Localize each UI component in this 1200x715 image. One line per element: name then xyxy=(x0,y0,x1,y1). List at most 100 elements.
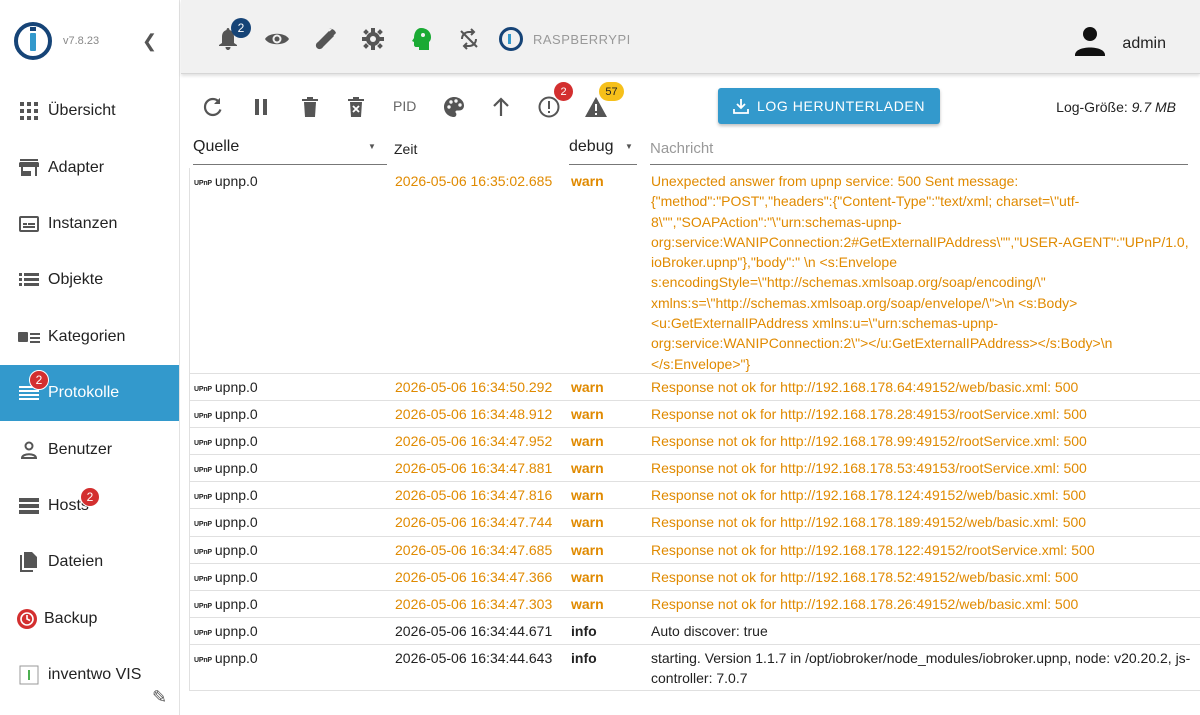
severity-filter-select[interactable]: debug xyxy=(569,138,614,156)
sidebar-item-objects[interactable]: Objekte xyxy=(0,252,179,308)
bell-icon[interactable]: 2 xyxy=(215,18,251,52)
user-name: admin xyxy=(1122,34,1166,52)
edit-menu-pencil-icon[interactable]: ✎ xyxy=(152,687,167,708)
sidebar-item-backup[interactable]: Backup xyxy=(0,591,179,647)
delete-icon[interactable] xyxy=(297,94,323,120)
sidebar-item-label: Übersicht xyxy=(48,102,116,120)
log-message: starting. Version 1.1.7 in /opt/iobroker… xyxy=(651,649,1191,687)
sidebar-item-label: Protokolle xyxy=(48,384,120,402)
account-icon xyxy=(1074,25,1106,62)
wrench-icon[interactable] xyxy=(313,26,339,52)
upnp-icon: UPnP xyxy=(194,521,212,529)
upnp-icon: UPnP xyxy=(194,548,212,556)
notification-badge: 2 xyxy=(80,486,100,507)
categories-icon xyxy=(18,327,40,347)
log-message: Auto discover: true xyxy=(651,622,768,639)
table-row[interactable]: UPnP upnp.0 2026-05-06 16:35:02.685 warn … xyxy=(190,168,1200,374)
log-time: 2026-05-06 16:34:47.816 xyxy=(395,487,553,504)
iobroker-logo[interactable] xyxy=(14,22,52,60)
eye-icon[interactable] xyxy=(264,26,290,52)
user-menu[interactable]: admin xyxy=(1074,25,1166,62)
severity-dropdown-icon[interactable]: ▼ xyxy=(625,142,633,151)
message-filter-input[interactable]: Nachricht xyxy=(650,140,713,157)
palette-icon[interactable] xyxy=(441,94,467,120)
log-message: Response not ok for http://192.168.178.2… xyxy=(651,406,1087,423)
sidebar-item-users[interactable]: Benutzer xyxy=(0,421,179,477)
log-source: UPnP upnp.0 xyxy=(194,512,258,535)
sidebar-item-label: Benutzer xyxy=(48,440,113,458)
log-table-header: Quelle ▼ Zeit debug ▼ Nachricht xyxy=(181,130,1200,168)
log-source: UPnP upnp.0 xyxy=(194,567,258,590)
store-icon xyxy=(18,158,40,178)
log-time: 2026-05-06 16:34:44.671 xyxy=(395,622,553,639)
sidebar-item-categories[interactable]: Kategorien xyxy=(0,309,179,365)
download-log-button[interactable]: LOG HERUNTERLADEN xyxy=(718,88,940,124)
download-log-label: LOG HERUNTERLADEN xyxy=(756,98,926,114)
log-message: Response not ok for http://192.168.178.9… xyxy=(651,433,1087,450)
log-severity: warn xyxy=(571,460,604,477)
table-row[interactable]: UPnP upnp.0 2026-05-06 16:34:47.366 warn … xyxy=(190,564,1200,591)
sidebar-header: v7.8.23 ❮ xyxy=(0,0,179,83)
inventwo-icon xyxy=(18,665,40,685)
sidebar-item-files[interactable]: Dateien xyxy=(0,534,179,590)
sidebar-item-overview[interactable]: Übersicht xyxy=(0,83,179,139)
host-selector[interactable]: RASPBERRYPI xyxy=(499,27,631,51)
instances-icon xyxy=(18,214,40,234)
sidebar-item-instances[interactable]: Instanzen xyxy=(0,196,179,252)
upnp-icon: UPnP xyxy=(194,494,212,502)
warning-count-badge: 57 xyxy=(599,82,624,101)
source-dropdown-icon[interactable]: ▼ xyxy=(368,142,376,151)
top-bar: 2 RASPBERRYPI admin xyxy=(181,0,1200,74)
list-icon xyxy=(18,270,40,290)
pause-icon[interactable] xyxy=(248,94,274,120)
table-row[interactable]: UPnP upnp.0 2026-05-06 16:34:50.292 warn … xyxy=(190,374,1200,402)
time-column-header: Zeit xyxy=(394,141,418,157)
arrow-up-icon[interactable] xyxy=(488,94,514,120)
sidebar-item-logs[interactable]: Protokolle 2 xyxy=(0,364,179,422)
table-row[interactable]: UPnP upnp.0 2026-05-06 16:34:47.952 warn … xyxy=(190,428,1200,456)
pid-toggle[interactable]: PID xyxy=(393,98,416,114)
notifications-badge: 2 xyxy=(231,18,251,38)
host-name: RASPBERRYPI xyxy=(533,31,631,47)
table-row[interactable]: UPnP upnp.0 2026-05-06 16:34:47.744 warn … xyxy=(190,509,1200,537)
table-row[interactable]: UPnP upnp.0 2026-05-06 16:34:47.881 warn … xyxy=(190,455,1200,483)
log-message: Response not ok for http://192.168.178.5… xyxy=(651,568,1079,585)
table-row[interactable]: UPnP upnp.0 2026-05-06 16:34:48.912 warn … xyxy=(190,401,1200,429)
table-row[interactable]: UPnP upnp.0 2026-05-06 16:34:47.685 warn … xyxy=(190,537,1200,564)
log-severity: warn xyxy=(571,514,604,531)
delete-forever-icon[interactable] xyxy=(343,94,369,120)
sidebar: v7.8.23 ❮ Übersicht Adapter Instanzen Ob… xyxy=(0,0,180,715)
log-source: UPnP upnp.0 xyxy=(194,485,258,508)
table-row[interactable]: UPnP upnp.0 2026-05-06 16:34:44.643 info … xyxy=(190,645,1200,691)
person-icon xyxy=(18,440,40,460)
upnp-icon: UPnP xyxy=(194,180,212,187)
sidebar-item-hosts[interactable]: Hosts 2 xyxy=(0,478,179,534)
log-time: 2026-05-06 16:34:47.366 xyxy=(395,568,553,585)
gear-icon[interactable] xyxy=(360,26,386,52)
table-row[interactable]: UPnP upnp.0 2026-05-06 16:34:47.816 warn … xyxy=(190,482,1200,510)
log-message: Response not ok for http://192.168.178.1… xyxy=(651,487,1087,504)
log-time: 2026-05-06 16:34:48.912 xyxy=(395,406,553,423)
log-toolbar: PID 2 57 LOG HERUNTERLADEN Log-Größe: 9.… xyxy=(181,82,1200,130)
log-source: UPnP upnp.0 xyxy=(194,431,258,454)
table-row[interactable]: UPnP upnp.0 2026-05-06 16:34:47.303 warn … xyxy=(190,591,1200,618)
sidebar-item-adapter[interactable]: Adapter xyxy=(0,139,179,195)
app-version: v7.8.23 xyxy=(63,35,100,47)
upnp-icon: UPnP xyxy=(194,629,212,637)
log-message: Response not ok for http://192.168.178.6… xyxy=(651,379,1079,395)
table-row[interactable]: UPnP upnp.0 2026-05-06 16:34:44.671 info … xyxy=(190,618,1200,645)
error-count-badge: 2 xyxy=(554,82,573,101)
collapse-sidebar-icon[interactable]: ❮ xyxy=(142,31,157,52)
log-message: Response not ok for http://192.168.178.1… xyxy=(651,514,1087,531)
expert-mode-head-icon[interactable] xyxy=(409,26,435,52)
source-filter-select[interactable]: Quelle xyxy=(193,138,239,156)
sidebar-item-label: Dateien xyxy=(48,553,104,571)
log-time: 2026-05-06 16:34:47.952 xyxy=(395,433,553,450)
log-source: UPnP upnp.0 xyxy=(194,594,258,617)
sidebar-item-label: Backup xyxy=(44,609,98,627)
log-time: 2026-05-06 16:34:47.881 xyxy=(395,460,553,477)
sync-disabled-icon[interactable] xyxy=(456,26,482,52)
app-root: v7.8.23 ❮ Übersicht Adapter Instanzen Ob… xyxy=(0,0,1200,715)
refresh-icon[interactable] xyxy=(200,94,226,120)
apps-grid-icon xyxy=(18,101,40,121)
